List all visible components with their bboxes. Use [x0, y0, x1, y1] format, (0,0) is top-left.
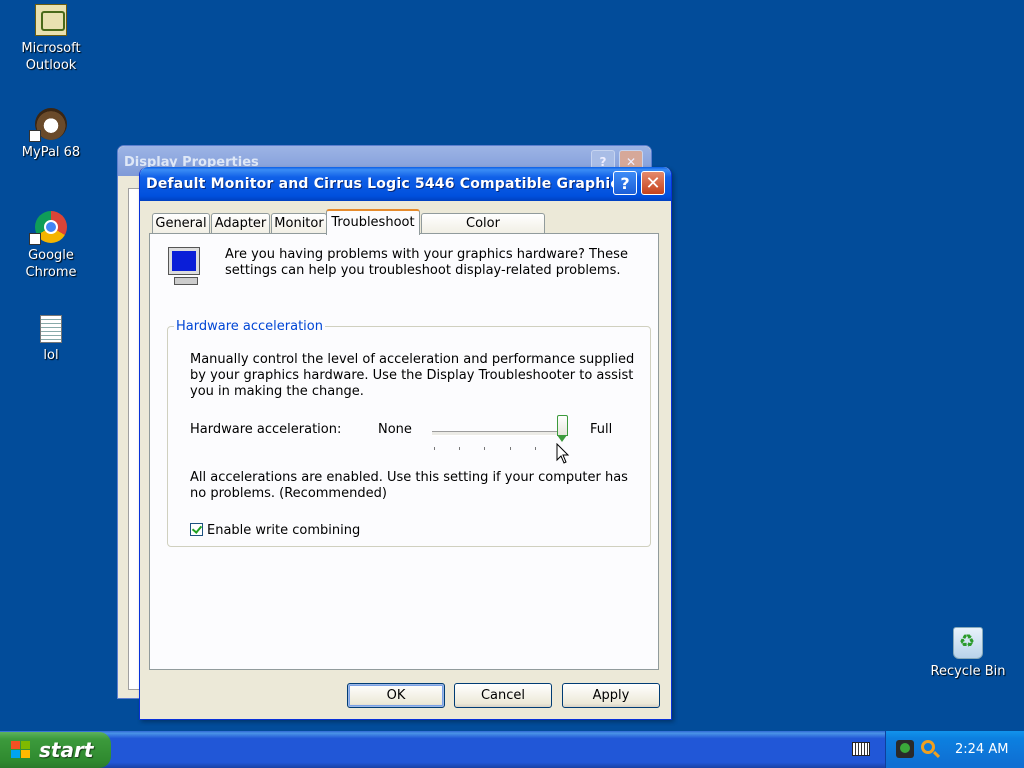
acceleration-slider-track[interactable]: [432, 431, 562, 436]
tab-troubleshoot[interactable]: Troubleshoot: [326, 209, 420, 235]
slider-tick: [534, 447, 536, 450]
bg-panel: [128, 188, 139, 690]
desktop-icon-label: MyPal 68: [21, 145, 81, 160]
search-tray-icon[interactable]: [921, 740, 935, 754]
start-button[interactable]: start: [0, 732, 111, 768]
checkbox-label: Enable write combining: [207, 523, 361, 538]
checkbox-box[interactable]: [190, 523, 203, 536]
clock[interactable]: 2:24 AM: [955, 742, 1008, 757]
intro-text: Are you having problems with your graphi…: [225, 247, 628, 278]
desktop-icon-lol[interactable]: lol: [1, 315, 101, 364]
desktop-icon-chrome[interactable]: Google Chrome: [1, 211, 101, 281]
tab-general[interactable]: General: [152, 213, 210, 233]
cancel-button[interactable]: Cancel: [454, 683, 552, 708]
dialog-title: Default Monitor and Cirrus Logic 5446 Co…: [146, 176, 636, 192]
slider-tick: [459, 447, 461, 450]
network-tray-icon[interactable]: [896, 740, 914, 758]
slider-min-label: None: [378, 422, 412, 437]
monitor-properties-dialog[interactable]: Default Monitor and Cirrus Logic 5446 Co…: [139, 167, 672, 720]
slider-tick: [484, 447, 486, 450]
desktop-icon-label: Recycle Bin: [930, 664, 1006, 679]
keyboard-language-icon[interactable]: [852, 742, 870, 756]
desktop-icon-label: Microsoft Outlook: [21, 41, 81, 73]
acceleration-status-text: All accelerations are enabled. Use this …: [190, 470, 628, 501]
desktop-icon-mypal[interactable]: MyPal 68: [1, 108, 101, 161]
mypal-browser-icon: [29, 108, 67, 142]
slider-tick: [434, 447, 435, 450]
hardware-acceleration-group: Hardware acceleration Manually control t…: [167, 319, 651, 547]
desktop-icon-recycle-bin[interactable]: Recycle Bin: [918, 627, 1018, 680]
acceleration-slider-thumb[interactable]: [557, 415, 568, 442]
troubleshoot-panel: Are you having problems with your graphi…: [149, 233, 659, 670]
tab-color-management[interactable]: Color Management: [421, 213, 545, 251]
tab-monitor[interactable]: Monitor: [271, 213, 327, 233]
outlook-icon: [35, 4, 67, 36]
start-label: start: [39, 738, 94, 762]
help-button[interactable]: ?: [613, 171, 637, 195]
slider-tick: [509, 447, 511, 450]
slider-max-label: Full: [590, 422, 613, 437]
desktop-icon-outlook[interactable]: Microsoft Outlook: [1, 4, 101, 74]
close-button[interactable]: ✕: [641, 171, 665, 195]
group-description: Manually control the level of accelerati…: [190, 352, 635, 399]
ok-button[interactable]: OK: [347, 683, 445, 708]
dialog-titlebar[interactable]: Default Monitor and Cirrus Logic 5446 Co…: [140, 167, 671, 201]
desktop-icon-label: lol: [43, 348, 59, 363]
group-legend: Hardware acceleration: [176, 319, 323, 334]
desktop-icon-label: Google Chrome: [25, 248, 77, 280]
recycle-bin-icon: [953, 627, 983, 659]
chrome-icon: [29, 211, 67, 245]
windows-flag-icon: [11, 741, 31, 759]
apply-button[interactable]: Apply: [562, 683, 660, 708]
write-combining-checkbox[interactable]: Enable write combining: [190, 523, 360, 538]
slider-label: Hardware acceleration:: [190, 422, 342, 437]
monitor-icon: [168, 247, 200, 285]
text-file-icon: [40, 315, 62, 343]
tab-adapter[interactable]: Adapter: [211, 213, 270, 233]
taskbar: start 2:24 AM: [0, 731, 1024, 768]
